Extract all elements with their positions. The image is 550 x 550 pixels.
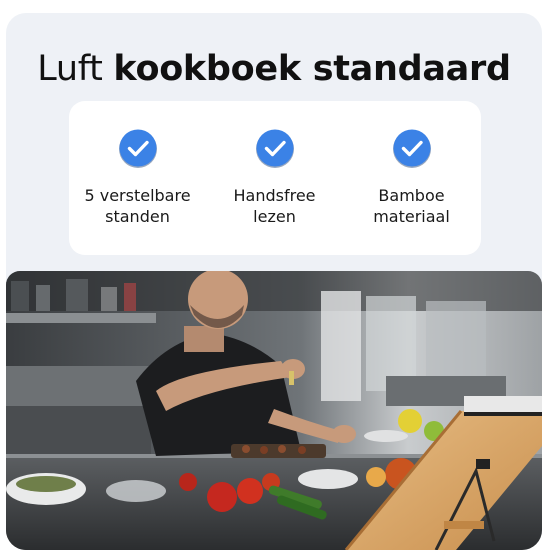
page-title: Luft kookboek standaard [6,49,542,89]
feature-label: Bamboe materiaal [343,185,480,227]
checkmark-circle-icon [255,129,294,168]
feature-label-line1: 5 verstelbare [84,186,191,205]
feature-handsfree-reading: Handsfree lezen [206,101,343,255]
feature-label: 5 verstelbare standen [69,185,206,227]
product-banner: Luft kookboek standaard 5 verstelbare st… [6,13,542,550]
features-panel: 5 verstelbare standen Handsfree lezen Ba… [69,101,481,255]
feature-bamboo-material: Bamboe materiaal [343,101,480,255]
checkmark-circle-icon [392,129,431,168]
feature-label-line2: materiaal [373,207,450,226]
kitchen-photo [6,271,542,550]
feature-label-line1: Bamboe [378,186,445,205]
chef-kitchen-illustration [6,271,542,550]
feature-label-line2: standen [105,207,170,226]
feature-label-line1: Handsfree [233,186,316,205]
feature-adjustable-positions: 5 verstelbare standen [69,101,206,255]
checkmark-circle-icon [118,129,157,168]
feature-label-line2: lezen [253,207,296,226]
feature-label: Handsfree lezen [206,185,343,227]
title-bold: kookboek standaard [113,49,511,89]
title-light: Luft [37,49,103,89]
